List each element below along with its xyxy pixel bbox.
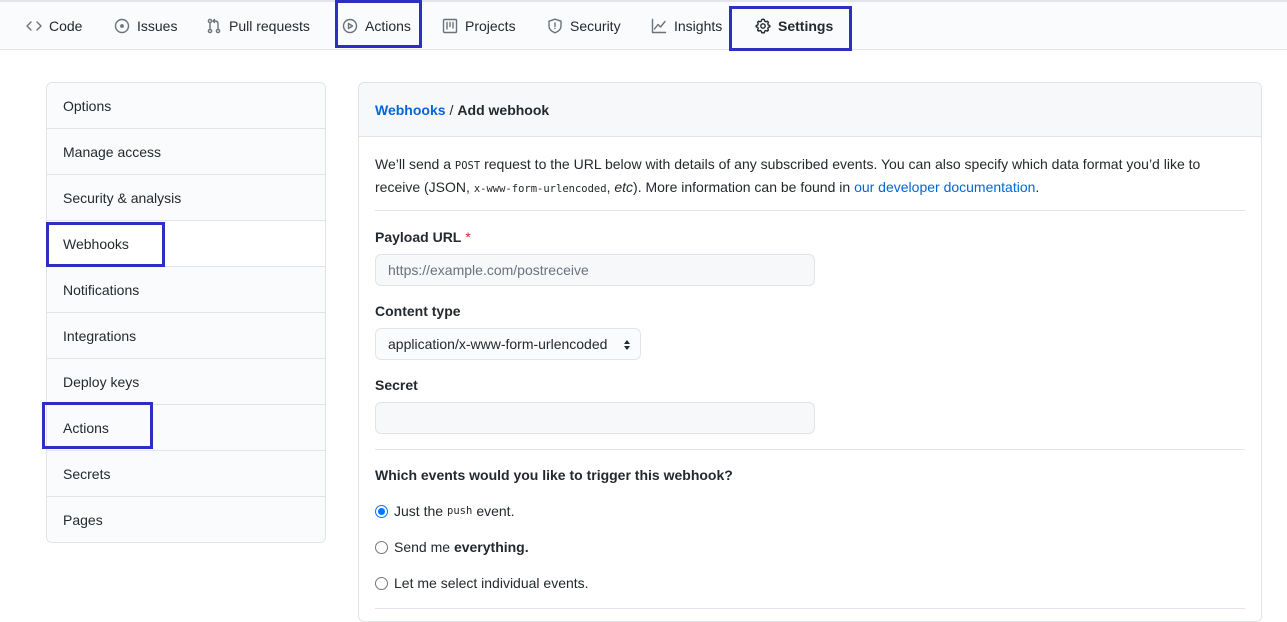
sidebar-item-label: Pages — [63, 512, 103, 528]
breadcrumb-webhooks-link[interactable]: Webhooks — [375, 102, 446, 118]
tab-insights-label: Insights — [674, 18, 723, 34]
event-option-everything[interactable]: Send me everything. — [375, 539, 529, 555]
divider — [375, 608, 1245, 609]
tab-actions[interactable]: Actions — [342, 2, 411, 50]
intro-text: ). More information can be found in — [633, 179, 855, 195]
intro-code-format: x-www-form-urlencoded — [473, 183, 607, 195]
event-option-individual[interactable]: Let me select individual events. — [375, 575, 589, 591]
tab-insights[interactable]: Insights — [651, 2, 722, 50]
required-mark: * — [465, 229, 471, 245]
sidebar-item-label: Deploy keys — [63, 373, 140, 390]
sidebar-item-manage-access[interactable]: Manage access — [47, 129, 325, 175]
sidebar-item-options[interactable]: Options — [47, 83, 325, 129]
sidebar-item-webhooks[interactable]: Webhooks — [47, 221, 325, 267]
breadcrumb-separator: / — [449, 101, 454, 118]
graph-icon — [651, 18, 667, 34]
option-text: Just the — [394, 503, 444, 519]
select-arrows-icon — [624, 340, 630, 350]
option-code: push — [447, 505, 473, 517]
sidebar-item-label: Integrations — [63, 327, 137, 344]
tab-projects[interactable]: Projects — [442, 2, 516, 50]
project-icon — [442, 18, 458, 34]
sidebar-item-deploy-keys[interactable]: Deploy keys — [47, 359, 325, 405]
option-bold-text: everything. — [453, 539, 529, 555]
tab-security-label: Security — [570, 18, 621, 34]
radio-button[interactable] — [375, 540, 388, 554]
tab-security[interactable]: Security — [547, 2, 621, 50]
option-text: event. — [476, 503, 515, 519]
tab-settings-label: Settings — [778, 18, 834, 34]
divider — [375, 449, 1245, 450]
secret-label: Secret — [375, 377, 418, 393]
option-text: Send me — [394, 539, 451, 555]
content-type-select[interactable]: application/x-www-form-urlencoded — [375, 328, 641, 360]
shield-icon — [548, 18, 562, 34]
sidebar-item-actions[interactable]: Actions — [47, 405, 325, 451]
sidebar-item-label: Options — [63, 97, 112, 114]
sidebar-item-label: Secrets — [63, 465, 111, 482]
sidebar-item-label: Actions — [63, 419, 109, 436]
intro-code-post: POST — [454, 160, 481, 172]
sidebar-item-label: Manage access — [63, 143, 162, 160]
intro-etc: etc — [614, 179, 634, 195]
webhook-description: We’ll send a POST request to the URL bel… — [375, 154, 1247, 200]
payload-url-input[interactable] — [375, 254, 815, 286]
pull-request-icon — [207, 18, 221, 34]
play-icon — [342, 18, 358, 34]
add-webhook-panel: Webhooks / Add webhook We’ll send a POST… — [358, 82, 1262, 622]
radio-button[interactable] — [375, 576, 388, 590]
content-type-value: application/x-www-form-urlencoded — [388, 336, 608, 352]
issue-icon — [114, 18, 130, 34]
tab-issues[interactable]: Issues — [114, 2, 177, 50]
sidebar-item-label: Security & analysis — [63, 189, 182, 206]
sidebar-item-notifications[interactable]: Notifications — [47, 267, 325, 313]
sidebar-item-pages[interactable]: Pages — [47, 497, 325, 542]
sidebar-item-security-analysis[interactable]: Security & analysis — [47, 175, 325, 221]
divider — [375, 210, 1245, 211]
tab-settings[interactable]: Settings — [755, 2, 833, 50]
tab-projects-label: Projects — [465, 18, 516, 34]
content-type-label: Content type — [375, 303, 461, 319]
tab-pull-requests[interactable]: Pull requests — [206, 2, 310, 50]
event-option-push[interactable]: Just the push event. — [375, 503, 514, 519]
intro-text: . — [1035, 179, 1040, 195]
sidebar-item-secrets[interactable]: Secrets — [47, 451, 325, 497]
gear-icon — [755, 18, 771, 34]
sidebar-item-integrations[interactable]: Integrations — [47, 313, 325, 359]
option-text: Let me select individual events. — [394, 575, 589, 591]
tab-code-label: Code — [49, 18, 83, 34]
tab-issues-label: Issues — [137, 18, 178, 34]
payload-url-label-text: Payload URL — [375, 229, 462, 245]
radio-button[interactable] — [375, 504, 388, 518]
developer-docs-link[interactable]: our developer documentation — [854, 179, 1035, 195]
page-title: Add webhook — [457, 101, 550, 118]
settings-sidebar: Options Manage access Security & analysi… — [46, 82, 326, 543]
intro-text: We’ll send a — [375, 156, 455, 172]
code-icon — [26, 21, 42, 31]
payload-url-label: Payload URL * — [375, 229, 471, 245]
tab-actions-label: Actions — [365, 18, 411, 34]
sidebar-item-label: Webhooks — [63, 235, 129, 252]
events-question: Which events would you like to trigger t… — [375, 467, 733, 483]
repo-nav-bar: Code Issues Pull requests Actions Projec… — [0, 0, 1287, 50]
secret-input[interactable] — [375, 402, 815, 434]
breadcrumb: Webhooks / Add webhook — [359, 83, 1261, 137]
sidebar-item-label: Notifications — [63, 281, 140, 298]
tab-code[interactable]: Code — [26, 2, 82, 50]
tab-pull-requests-label: Pull requests — [229, 18, 310, 34]
